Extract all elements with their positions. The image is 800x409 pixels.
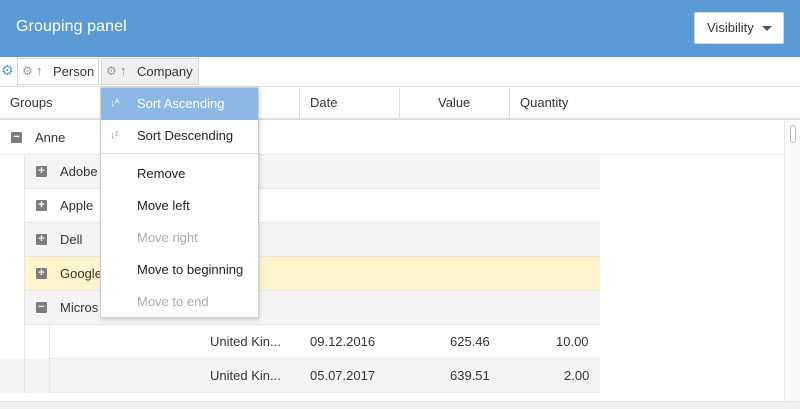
data-row[interactable]: United Kin... 09.12.2016 625.46 10.00 bbox=[0, 325, 600, 359]
group-chip-person[interactable]: ⚙ ↑ Person bbox=[17, 58, 99, 85]
menu-divider bbox=[101, 153, 258, 154]
menu-item-sort-ascending[interactable]: ↓ᴬ Sort Ascending bbox=[101, 88, 258, 120]
country-cell: United Kin... bbox=[210, 334, 281, 349]
sort-asc-icon[interactable]: ↑ bbox=[36, 58, 43, 83]
indent-cell bbox=[0, 223, 25, 257]
indent-cell bbox=[0, 257, 25, 291]
group-row-apple[interactable]: + Apple bbox=[0, 189, 600, 223]
expand-icon[interactable]: + bbox=[36, 166, 47, 177]
date-cell: 09.12.2016 bbox=[310, 334, 376, 349]
group-label: Google bbox=[60, 266, 102, 281]
menu-item-move-left[interactable]: Move left bbox=[101, 190, 258, 222]
collapse-icon[interactable]: − bbox=[36, 302, 47, 313]
group-label: Anne bbox=[35, 130, 66, 145]
group-label: Apple bbox=[60, 198, 94, 213]
expand-icon[interactable]: + bbox=[36, 268, 47, 279]
gear-icon[interactable]: ⚙ bbox=[106, 59, 117, 84]
indent-cell bbox=[0, 325, 25, 359]
menu-item-move-to-end: Move to end bbox=[137, 294, 209, 309]
header-bar: Grouping panel Visibility bbox=[0, 0, 800, 57]
indent-cell bbox=[0, 155, 25, 189]
indent-cell bbox=[25, 325, 50, 359]
sort-asc-icon[interactable]: ↑ bbox=[120, 58, 127, 83]
group-row-adobe[interactable]: + Adobe bbox=[0, 155, 600, 189]
group-row-google[interactable]: + Google bbox=[0, 257, 600, 291]
column-header-quantity[interactable]: Quantity bbox=[510, 88, 784, 120]
page-title: Grouping panel bbox=[16, 18, 127, 35]
sort-az-icon: ↓ᴬ bbox=[110, 98, 120, 109]
collapse-icon[interactable]: − bbox=[11, 132, 22, 143]
menu-item-move-to-beginning[interactable]: Move to beginning bbox=[101, 254, 258, 286]
date-cell: 05.07.2017 bbox=[310, 368, 376, 383]
data-row[interactable]: United Kin... 05.07.2017 639.51 2.00 bbox=[0, 359, 600, 393]
caret-down-icon bbox=[762, 26, 772, 31]
menu-item-move-right: Move right bbox=[137, 230, 198, 245]
sort-za-icon: ↓ᶻ bbox=[110, 130, 119, 141]
indent-cell bbox=[0, 291, 25, 325]
menu-item-sort-descending[interactable]: ↓ᶻ Sort Descending bbox=[101, 120, 258, 152]
vertical-scrollbar[interactable] bbox=[784, 121, 800, 401]
column-header-value[interactable]: Value bbox=[400, 88, 510, 120]
gear-icon[interactable]: ⚙ bbox=[1, 64, 15, 78]
horizontal-scrollbar[interactable] bbox=[0, 401, 800, 409]
column-header-date[interactable]: Date bbox=[300, 88, 400, 120]
expand-icon[interactable]: + bbox=[36, 234, 47, 245]
group-label: Adobe bbox=[60, 164, 98, 179]
group-label: Dell bbox=[60, 232, 83, 247]
gear-icon[interactable]: ⚙ bbox=[22, 59, 33, 84]
visibility-label: Visibility bbox=[707, 20, 754, 35]
group-row-microsoft[interactable]: − Micros bbox=[0, 291, 600, 325]
group-row-dell[interactable]: + Dell bbox=[0, 223, 600, 257]
chip-label: Company bbox=[137, 64, 193, 79]
group-label: Micros bbox=[60, 300, 99, 315]
visibility-dropdown[interactable]: Visibility bbox=[694, 12, 784, 44]
indent-cell bbox=[25, 359, 50, 393]
chip-label: Person bbox=[53, 64, 95, 79]
scrollbar-thumb[interactable] bbox=[790, 125, 796, 143]
expand-icon[interactable]: + bbox=[36, 200, 47, 211]
group-chip-company[interactable]: ⚙ ↑ Company bbox=[101, 58, 199, 85]
indent-cell bbox=[0, 189, 25, 223]
quantity-cell: 2.00 bbox=[564, 368, 590, 383]
quantity-cell: 10.00 bbox=[556, 334, 589, 349]
value-cell: 639.51 bbox=[450, 368, 490, 383]
context-menu: ↓ᴬ Sort Ascending ↓ᶻ Sort Descending Rem… bbox=[100, 87, 259, 318]
value-cell: 625.46 bbox=[450, 334, 490, 349]
country-cell: United Kin... bbox=[210, 368, 281, 383]
menu-item-remove[interactable]: Remove bbox=[101, 158, 258, 190]
grouping-panel: ⚙ ⚙ ↑ Person ⚙ ↑ Company bbox=[0, 57, 800, 87]
indent-cell bbox=[0, 359, 25, 393]
